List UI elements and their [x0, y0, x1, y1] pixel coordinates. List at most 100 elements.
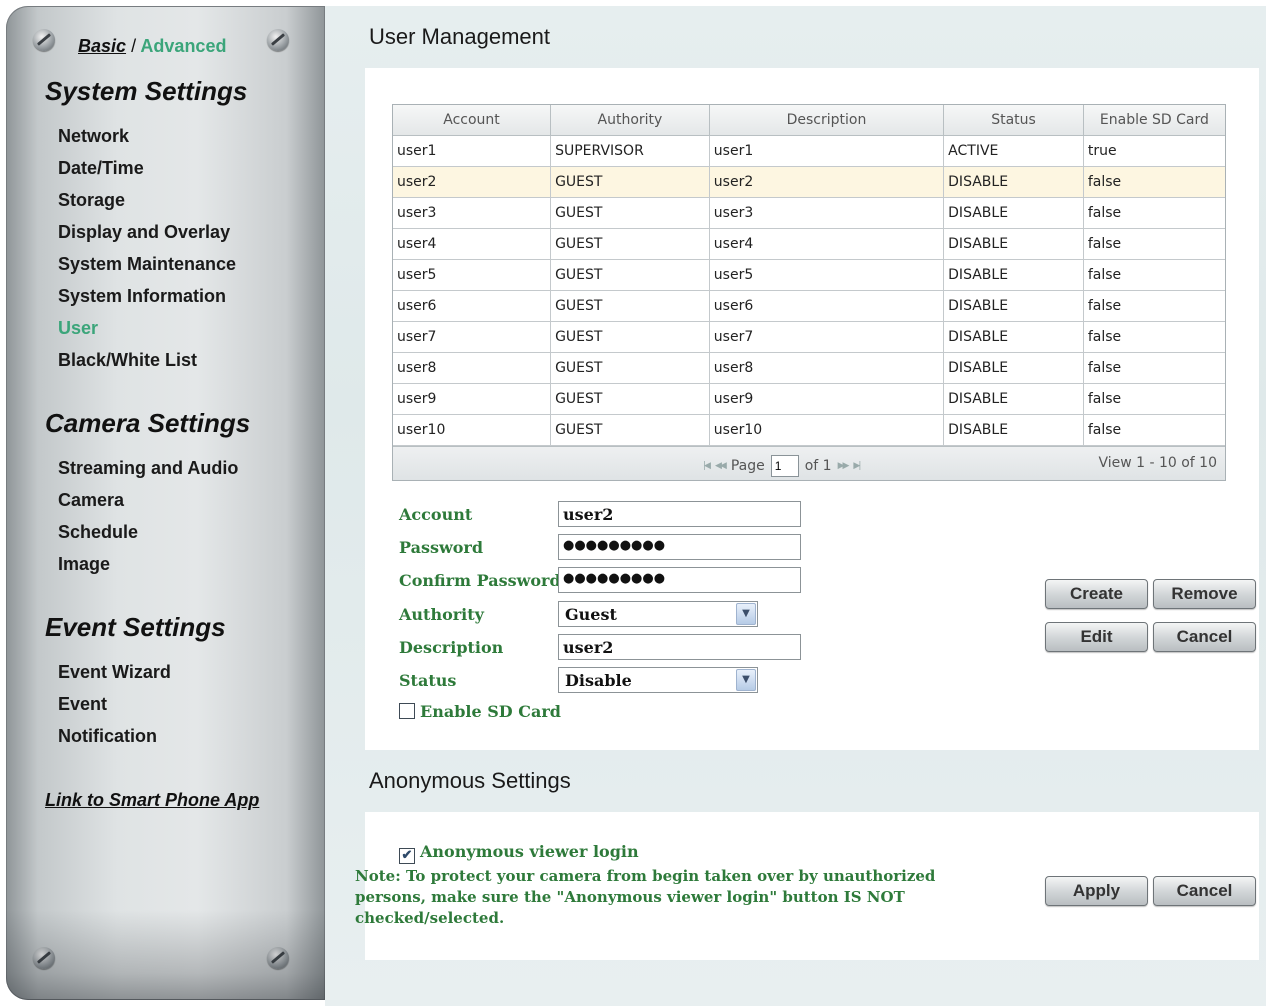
description-input[interactable]: user2: [558, 634, 801, 660]
nav-storage[interactable]: Storage: [58, 190, 125, 211]
basic-mode-link[interactable]: Basic: [78, 36, 126, 56]
camera-settings-title: Camera Settings: [45, 408, 251, 438]
enable-sd-card-checkbox[interactable]: [399, 703, 415, 719]
cancel-user-button[interactable]: Cancel: [1153, 622, 1256, 652]
screw-icon: [33, 947, 55, 969]
nav-network[interactable]: Network: [58, 126, 129, 147]
cell-authority: GUEST: [550, 382, 710, 415]
apply-button[interactable]: Apply: [1045, 876, 1148, 906]
cell-enable-sd-card: false: [1082, 382, 1225, 415]
sidebar: Basic / Advanced System Settings Network…: [6, 6, 325, 1000]
table-row[interactable]: user9 GUEST user9 DISABLE false: [393, 382, 1225, 415]
cell-authority: GUEST: [550, 196, 710, 229]
column-header-enable-sd-card[interactable]: Enable SD Card: [1082, 105, 1225, 136]
cell-description: user1: [708, 134, 945, 167]
cell-enable-sd-card: false: [1082, 227, 1225, 260]
password-input[interactable]: ●●●●●●●●●: [558, 534, 801, 560]
nav-camera[interactable]: Camera: [58, 490, 124, 511]
cell-authority: SUPERVISOR: [550, 134, 710, 167]
nav-streaming-audio[interactable]: Streaming and Audio: [58, 458, 238, 479]
last-page-icon[interactable]: ▶|: [853, 461, 861, 471]
cell-authority: GUEST: [550, 289, 710, 322]
cell-description: user7: [708, 320, 945, 353]
remove-button[interactable]: Remove: [1153, 579, 1256, 609]
cell-enable-sd-card: true: [1082, 134, 1225, 167]
chevron-down-icon[interactable]: ▼: [736, 669, 756, 691]
enable-sd-card-label: Enable SD Card: [420, 702, 561, 721]
authority-select[interactable]: Guest ▼: [558, 601, 758, 627]
cell-account: user5: [393, 258, 552, 291]
user-management-panel: Account Authority Description Status Ena…: [365, 68, 1259, 750]
page-number-input[interactable]: [770, 454, 799, 477]
chevron-down-icon[interactable]: ▼: [736, 603, 756, 625]
table-row[interactable]: user6 GUEST user6 DISABLE false: [393, 289, 1225, 322]
page-label: Page: [730, 457, 765, 474]
nav-event[interactable]: Event: [58, 694, 107, 715]
edit-button[interactable]: Edit: [1045, 622, 1148, 652]
screw-icon: [267, 29, 289, 51]
nav-system-maintenance[interactable]: System Maintenance: [58, 254, 236, 275]
table-row[interactable]: user8 GUEST user8 DISABLE false: [393, 351, 1225, 384]
confirm-password-input[interactable]: ●●●●●●●●●: [558, 567, 801, 593]
event-settings-title: Event Settings: [45, 612, 226, 642]
nav-user[interactable]: User: [58, 318, 98, 339]
anonymous-login-checkbox[interactable]: ✔: [399, 848, 415, 864]
view-range-info: View 1 - 10 of 10: [1098, 454, 1217, 471]
column-header-status[interactable]: Status: [943, 105, 1084, 136]
nav-black-white-list[interactable]: Black/White List: [58, 350, 197, 371]
nav-system-information[interactable]: System Information: [58, 286, 226, 307]
table-row[interactable]: user7 GUEST user7 DISABLE false: [393, 320, 1225, 353]
cell-description: user2: [708, 165, 945, 198]
anonymous-login-label: Anonymous viewer login: [420, 842, 639, 861]
nav-image[interactable]: Image: [58, 554, 110, 575]
table-row[interactable]: user3 GUEST user3 DISABLE false: [393, 196, 1225, 229]
column-header-account[interactable]: Account: [393, 105, 552, 136]
cell-authority: GUEST: [550, 413, 710, 446]
status-select[interactable]: Disable ▼: [558, 667, 758, 693]
smart-phone-app-link[interactable]: Link to Smart Phone App: [45, 790, 259, 811]
prev-page-icon[interactable]: ◀◀: [715, 461, 727, 471]
table-row[interactable]: user4 GUEST user4 DISABLE false: [393, 227, 1225, 260]
column-header-authority[interactable]: Authority: [550, 105, 710, 136]
cell-account: user10: [393, 413, 552, 446]
cell-account: user1: [393, 134, 552, 167]
cell-description: user4: [708, 227, 945, 260]
table-header-row: Account Authority Description Status Ena…: [393, 105, 1225, 136]
table-row[interactable]: user5 GUEST user5 DISABLE false: [393, 258, 1225, 291]
cell-description: user8: [708, 351, 945, 384]
next-page-icon[interactable]: ▶▶: [838, 461, 850, 471]
nav-notification[interactable]: Notification: [58, 726, 157, 747]
cell-account: user2: [393, 165, 552, 198]
cell-status: DISABLE: [943, 289, 1084, 322]
cell-status: DISABLE: [943, 382, 1084, 415]
cell-description: user6: [708, 289, 945, 322]
cell-account: user8: [393, 351, 552, 384]
cell-status: ACTIVE: [943, 134, 1084, 167]
nav-display-overlay[interactable]: Display and Overlay: [58, 222, 230, 243]
table-row[interactable]: user10 GUEST user10 DISABLE false: [393, 413, 1225, 446]
cell-status: DISABLE: [943, 258, 1084, 291]
cell-authority: GUEST: [550, 165, 710, 198]
page-count-label: of 1: [804, 457, 832, 474]
description-label: Description: [399, 638, 504, 657]
nav-event-wizard[interactable]: Event Wizard: [58, 662, 171, 683]
cell-account: user9: [393, 382, 552, 415]
status-label: Status: [399, 671, 457, 690]
mode-switch: Basic / Advanced: [78, 36, 226, 57]
table-row[interactable]: user1 SUPERVISOR user1 ACTIVE true: [393, 134, 1225, 167]
cell-status: DISABLE: [943, 227, 1084, 260]
cell-enable-sd-card: false: [1082, 320, 1225, 353]
table-row[interactable]: user2 GUEST user2 DISABLE false: [393, 165, 1225, 198]
cell-authority: GUEST: [550, 351, 710, 384]
account-input[interactable]: user2: [558, 501, 801, 527]
cell-enable-sd-card: false: [1082, 165, 1225, 198]
column-header-description[interactable]: Description: [708, 105, 945, 136]
enable-sd-card-row: Enable SD Card: [399, 702, 561, 721]
nav-schedule[interactable]: Schedule: [58, 522, 138, 543]
nav-date-time[interactable]: Date/Time: [58, 158, 144, 179]
advanced-mode-link[interactable]: Advanced: [140, 36, 226, 56]
cancel-anonymous-button[interactable]: Cancel: [1153, 876, 1256, 906]
create-button[interactable]: Create: [1045, 579, 1148, 609]
first-page-icon[interactable]: |◀: [703, 461, 711, 471]
cell-account: user4: [393, 227, 552, 260]
